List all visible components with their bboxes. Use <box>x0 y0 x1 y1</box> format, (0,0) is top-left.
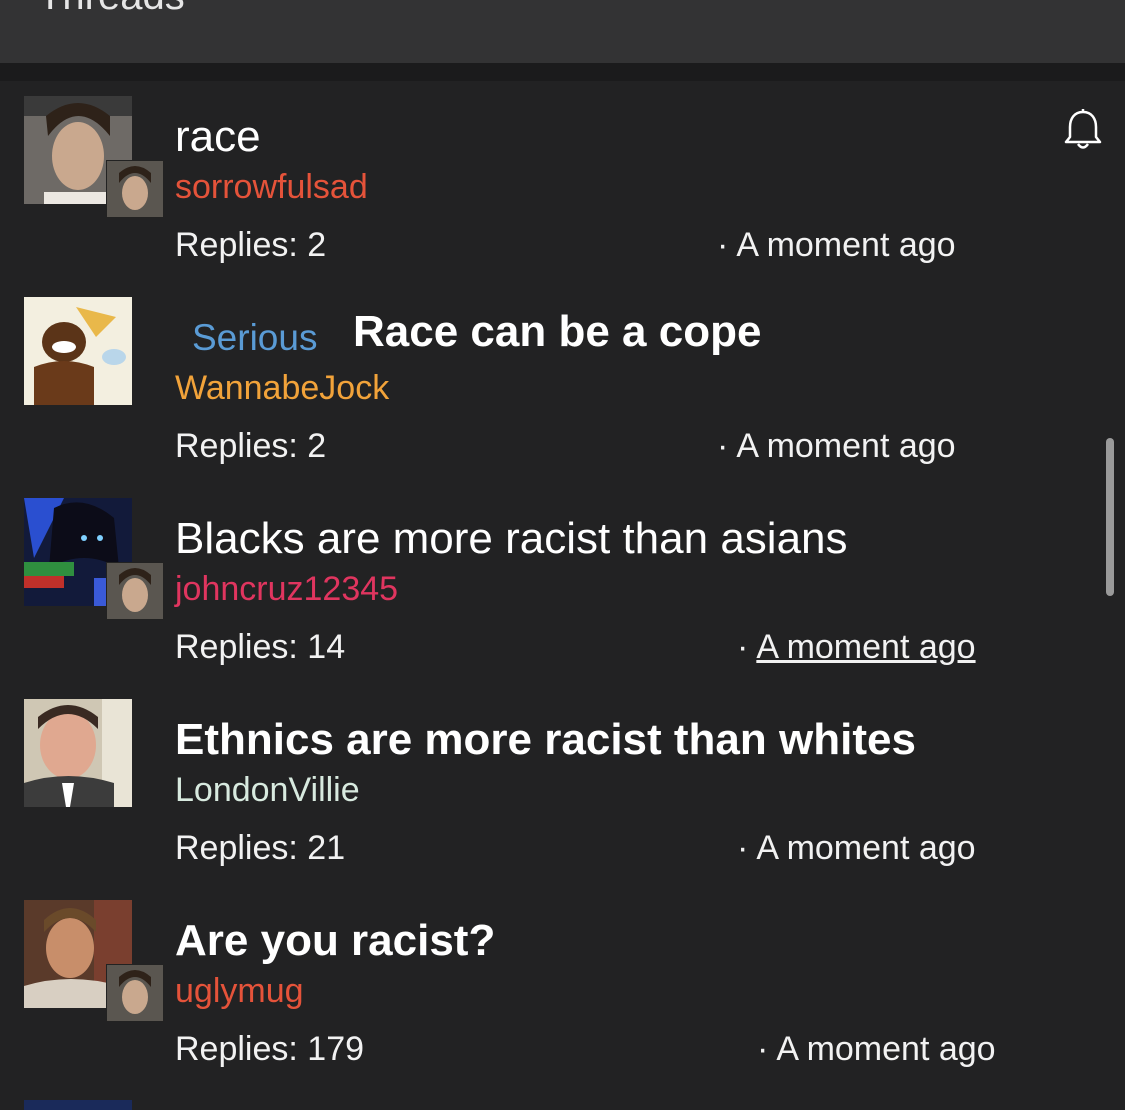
thread-row[interactable]: Are you racist? uglymug Replies: 179 · A … <box>0 900 1125 1101</box>
replies-count: Replies: 2 <box>175 226 327 264</box>
thread-title[interactable]: Ethnics are more racist than whites <box>175 715 916 765</box>
thread-row[interactable]: Serious Race can be a cope WannabeJock R… <box>0 297 1125 498</box>
avatar[interactable] <box>24 699 132 807</box>
thread-time: · A moment ago <box>717 427 956 465</box>
thread-row[interactable]: Blacks are more racist than asians johnc… <box>0 498 1125 699</box>
thread-tag[interactable]: Serious <box>192 317 317 359</box>
thread-time: · A moment ago <box>757 1030 996 1068</box>
thread-author[interactable]: johncruz12345 <box>175 570 398 609</box>
thread-title[interactable]: Race can be a cope <box>353 307 761 357</box>
thread-row[interactable]: race sorrowfulsad Replies: 2 · A moment a… <box>0 96 1125 297</box>
replies-count: Replies: 14 <box>175 628 346 666</box>
thread-author[interactable]: LondonVillie <box>175 771 360 810</box>
bell-icon[interactable] <box>1063 108 1103 152</box>
divider <box>0 63 1125 81</box>
avatar[interactable] <box>24 1100 132 1110</box>
thread-title[interactable]: Are you racist? <box>175 916 495 966</box>
thread-title[interactable]: Blacks are more racist than asians <box>175 514 848 564</box>
thread-time: · A moment ago <box>737 829 976 867</box>
replies-count: Replies: 179 <box>175 1030 365 1068</box>
thread-title[interactable]: race <box>175 112 261 162</box>
scrollbar[interactable] <box>1106 438 1114 596</box>
page-title: Threads <box>38 0 185 19</box>
thread-author[interactable]: sorrowfulsad <box>175 168 368 207</box>
mini-avatar <box>106 562 164 620</box>
replies-count: Replies: 21 <box>175 829 346 867</box>
thread-time[interactable]: · A moment ago <box>737 628 976 667</box>
mini-avatar <box>106 964 164 1022</box>
thread-author[interactable]: uglymug <box>175 972 304 1011</box>
thread-time: · A moment ago <box>717 226 956 264</box>
replies-count: Replies: 2 <box>175 427 327 465</box>
top-bar: Threads <box>0 0 1125 63</box>
avatar[interactable] <box>24 297 132 405</box>
mini-avatar <box>106 160 164 218</box>
thread-author[interactable]: WannabeJock <box>175 369 389 408</box>
thread-row[interactable]: Ethnics are more racist than whites Lond… <box>0 699 1125 900</box>
